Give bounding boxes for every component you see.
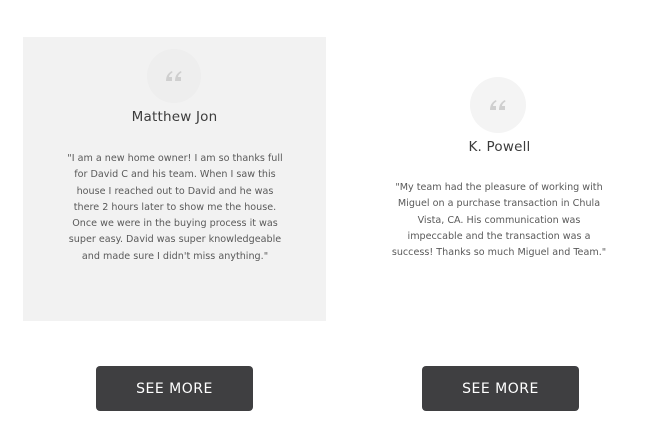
testimonials-section: Matthew Jon "I am a new home owner! I am… (0, 0, 672, 447)
testimonial-author-name: Matthew Jon (131, 109, 218, 125)
testimonial-quote: "I am a new home owner! I am so thanks f… (67, 153, 283, 262)
quote-icon (470, 77, 526, 133)
quote-icon-glyph (490, 100, 506, 110)
see-more-button[interactable]: SEE MORE (96, 366, 253, 411)
testimonial-quote: "My team had the pleasure of working wit… (391, 182, 607, 259)
testimonial-card: K. Powell "My team had the pleasure of w… (348, 37, 651, 321)
testimonial-card: Matthew Jon "I am a new home owner! I am… (23, 37, 326, 321)
testimonial-author-name: K. Powell (468, 139, 531, 155)
quote-icon-glyph (166, 71, 182, 81)
see-more-button[interactable]: SEE MORE (422, 366, 579, 411)
quote-icon (147, 49, 201, 103)
